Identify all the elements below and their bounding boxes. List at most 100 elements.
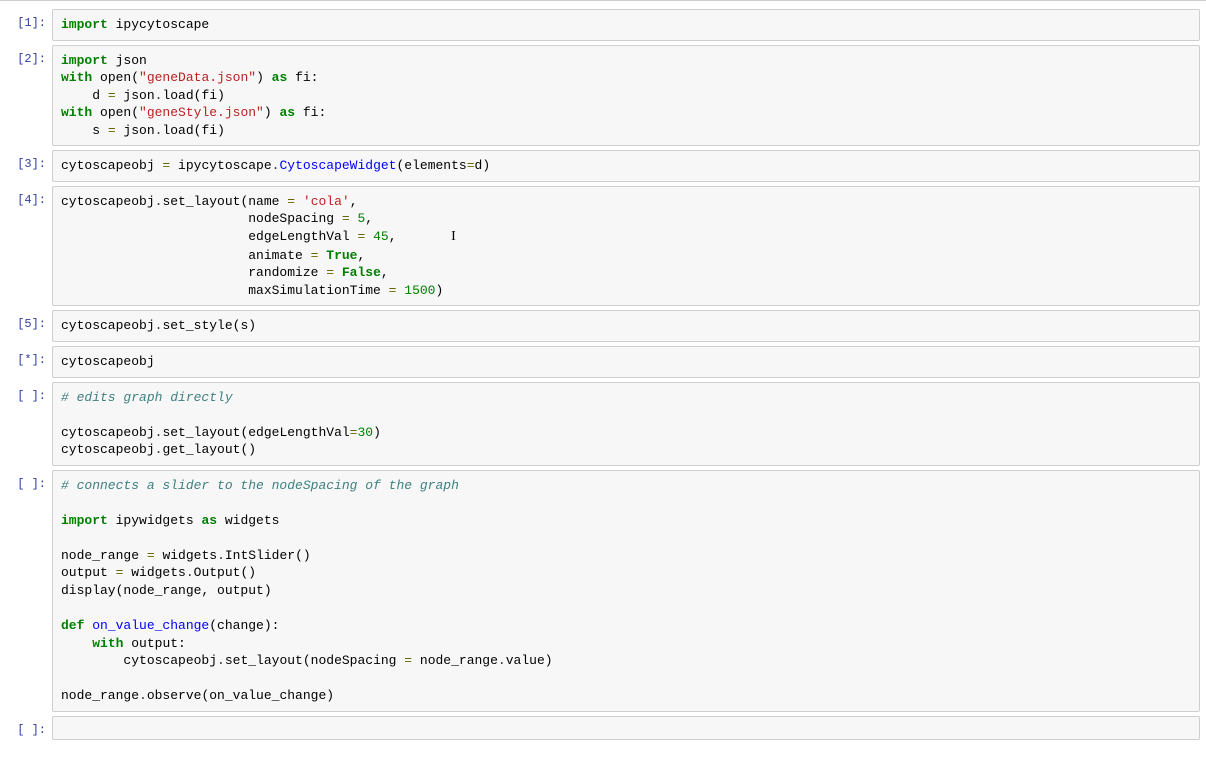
code-text: s <box>61 123 108 138</box>
code-text: cytoscapeobj <box>61 158 162 173</box>
string: 'cola' <box>303 194 350 209</box>
code-cell[interactable]: [2]: import json with open("geneData.jso… <box>6 45 1200 147</box>
code-cell[interactable]: [ ]: <box>6 716 1200 740</box>
code-text: (fi) <box>194 88 225 103</box>
code-text: (edgeLengthVal <box>240 425 349 440</box>
code-text: (name <box>240 194 287 209</box>
operator: . <box>186 565 194 580</box>
function: get_layout <box>162 442 240 457</box>
boolean: False <box>342 265 381 280</box>
code-text: , <box>350 194 358 209</box>
prompt: [3]: <box>6 150 52 173</box>
code-text: fi: <box>295 105 326 120</box>
code-text: node_range <box>61 548 147 563</box>
number: 1500 <box>404 283 435 298</box>
code-text: ipycytoscape <box>170 158 271 173</box>
code-cell[interactable]: [5]: cytoscapeobj.set_style(s) <box>6 310 1200 342</box>
code-text: node_range <box>61 688 139 703</box>
code-text: nodeSpacing <box>61 211 342 226</box>
function: Output <box>194 565 241 580</box>
code-text: (change): <box>209 618 279 633</box>
code-text: cytoscapeobj <box>61 354 155 369</box>
operator: = <box>467 158 475 173</box>
code-text: fi: <box>287 70 318 85</box>
keyword: as <box>201 513 217 528</box>
prompt: [*]: <box>6 346 52 369</box>
prompt: [4]: <box>6 186 52 209</box>
function: set_layout <box>225 653 303 668</box>
number: 30 <box>357 425 373 440</box>
code-input[interactable]: cytoscapeobj.set_layout(name = 'cola', n… <box>52 186 1200 307</box>
function: load <box>162 88 193 103</box>
keyword: import <box>61 513 108 528</box>
code-cell[interactable]: [ ]: # connects a slider to the nodeSpac… <box>6 470 1200 712</box>
code-text: d <box>61 88 108 103</box>
operator: . <box>217 548 225 563</box>
code-cell[interactable]: [*]: cytoscapeobj <box>6 346 1200 378</box>
code-text: ) <box>545 653 553 668</box>
keyword: as <box>272 70 288 85</box>
boolean: True <box>326 248 357 263</box>
code-text: (on_value_change) <box>201 688 334 703</box>
keyword: import <box>61 53 108 68</box>
code-input[interactable]: cytoscapeobj <box>52 346 1200 378</box>
code-text: open( <box>92 105 139 120</box>
string: "geneStyle.json" <box>139 105 264 120</box>
code-text: widgets <box>217 513 279 528</box>
code-text: () <box>240 565 256 580</box>
code-text <box>61 636 92 651</box>
text-cursor-icon: I <box>451 229 456 244</box>
prompt: [ ]: <box>6 382 52 405</box>
operator: = <box>342 211 350 226</box>
code-input[interactable]: cytoscapeobj = ipycytoscape.CytoscapeWid… <box>52 150 1200 182</box>
code-text: (elements <box>397 158 467 173</box>
code-input[interactable]: cytoscapeobj.set_style(s) <box>52 310 1200 342</box>
prompt: [1]: <box>6 9 52 32</box>
code-input[interactable]: import ipycytoscape <box>52 9 1200 41</box>
code-text: output: <box>123 636 185 651</box>
code-cell[interactable]: [1]: import ipycytoscape <box>6 9 1200 41</box>
code-cell[interactable]: [4]: cytoscapeobj.set_layout(name = 'col… <box>6 186 1200 307</box>
code-text <box>295 194 303 209</box>
keyword: import <box>61 17 108 32</box>
notebook: [1]: import ipycytoscape [2]: import jso… <box>0 0 1206 764</box>
comment: # connects a slider to the nodeSpacing o… <box>61 478 459 493</box>
code-text: cytoscapeobj <box>61 318 155 333</box>
code-text: (s) <box>233 318 256 333</box>
code-input[interactable] <box>52 716 1200 740</box>
function-def: on_value_change <box>92 618 209 633</box>
function: set_layout <box>162 425 240 440</box>
class-name: CytoscapeWidget <box>279 158 396 173</box>
code-input[interactable]: # edits graph directly cytoscapeobj.set_… <box>52 382 1200 466</box>
keyword: with <box>92 636 123 651</box>
operator: = <box>108 123 116 138</box>
code-text: edgeLengthVal <box>61 229 357 244</box>
code-text: json <box>108 53 147 68</box>
operator: = <box>147 548 155 563</box>
attribute: value <box>506 653 545 668</box>
function: set_style <box>162 318 232 333</box>
code-text: , <box>389 229 397 244</box>
code-text: ) <box>264 105 280 120</box>
code-text: open( <box>92 70 139 85</box>
code-text: ipywidgets <box>108 513 202 528</box>
code-input[interactable]: # connects a slider to the nodeSpacing o… <box>52 470 1200 712</box>
code-input[interactable]: import json with open("geneData.json") a… <box>52 45 1200 147</box>
code-text: cytoscapeobj <box>61 194 155 209</box>
code-text: output <box>61 565 116 580</box>
code-text: , <box>381 265 389 280</box>
code-text: , <box>357 248 365 263</box>
operator: = <box>326 265 334 280</box>
function: IntSlider <box>225 548 295 563</box>
code-text: widgets <box>123 565 185 580</box>
code-text: animate <box>61 248 311 263</box>
code-cell[interactable]: [3]: cytoscapeobj = ipycytoscape.Cytosca… <box>6 150 1200 182</box>
code-text <box>334 265 342 280</box>
number: 45 <box>373 229 389 244</box>
code-cell[interactable]: [ ]: # edits graph directly cytoscapeobj… <box>6 382 1200 466</box>
code-text: ipycytoscape <box>108 17 209 32</box>
operator: = <box>108 88 116 103</box>
keyword: def <box>61 618 84 633</box>
operator: . <box>139 688 147 703</box>
code-text: widgets <box>155 548 217 563</box>
